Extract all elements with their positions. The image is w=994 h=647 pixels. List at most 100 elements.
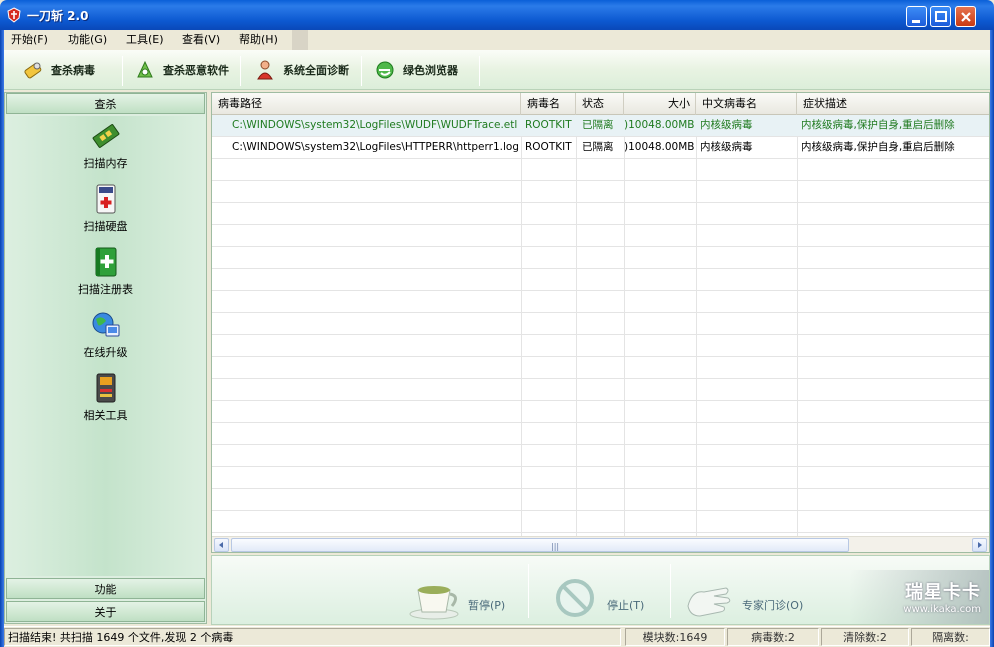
empty-table-row	[212, 181, 989, 203]
tools-icon	[96, 373, 115, 403]
scan-virus-button[interactable]: 查杀病毒	[22, 55, 95, 85]
horizontal-scrollbar[interactable]: |||	[212, 536, 989, 552]
title-bar: 一刀斩 2.0	[0, 0, 994, 30]
scan-section-body: 扫描内存 扫描硬盘 扫描注册表 在线升级 相关工具	[6, 116, 205, 576]
table-row[interactable]: C:\WINDOWS\system32\LogFiles\WUDF\WUDFTr…	[212, 115, 989, 137]
col-size-header[interactable]: 大小	[624, 93, 696, 115]
watermark: 瑞星卡卡 www.ikaka.com	[849, 570, 989, 624]
menu-function[interactable]: 功能(G)	[68, 32, 107, 48]
col-path-header[interactable]: 病毒路径	[212, 93, 521, 115]
cell-status: 已隔离	[582, 119, 614, 131]
nav-scan-memory-label: 扫描内存	[83, 157, 128, 170]
system-diagnose-button[interactable]: 系统全面诊断	[254, 55, 349, 85]
empty-table-row	[212, 335, 989, 357]
malware-scan-icon	[137, 60, 153, 78]
empty-table-row	[212, 313, 989, 335]
cell-cn-name: 内核级病毒	[700, 119, 753, 131]
empty-table-row	[212, 467, 989, 489]
stop-button[interactable]: 停止(T)	[547, 560, 644, 622]
status-message: 扫描结束! 共扫描 1649 个文件,发现 2 个病毒	[4, 628, 621, 646]
nav-scan-registry-label: 扫描注册表	[78, 283, 133, 296]
antivirus-scan-icon	[24, 62, 42, 79]
app-logo-icon	[7, 7, 21, 23]
toolbar-separator	[479, 56, 480, 86]
status-bar: 扫描结束! 共扫描 1649 个文件,发现 2 个病毒 模块数:1649 病毒数…	[4, 626, 990, 646]
close-button[interactable]	[955, 6, 976, 27]
scan-malware-button[interactable]: 查杀恶意软件	[134, 55, 229, 85]
grip-icon: |||	[551, 542, 560, 551]
toolbar-separator	[361, 56, 362, 86]
minimize-button[interactable]	[906, 6, 927, 27]
pause-button[interactable]: 暂停(P)	[408, 560, 505, 622]
cell-desc: 内核级病毒,保护自身,重启后删除	[801, 119, 955, 131]
section-header-scan[interactable]: 查杀	[6, 93, 205, 114]
menu-help[interactable]: 帮助(H)	[239, 32, 278, 48]
nav-online-update-label: 在线升级	[83, 346, 128, 359]
scroll-left-button[interactable]	[214, 538, 229, 552]
green-browser-button[interactable]: 绿色浏览器	[374, 55, 458, 85]
globe-update-icon	[92, 312, 119, 337]
menu-bar-end	[292, 30, 308, 50]
col-status-header[interactable]: 状态	[576, 93, 624, 115]
menu-start[interactable]: 开始(F)	[11, 32, 48, 48]
section-header-function[interactable]: 功能	[6, 578, 205, 599]
cell-virus-name: ROOTKIT	[525, 119, 572, 131]
status-virus-count: 病毒数:2	[727, 628, 819, 646]
stop-label: 停止(T)	[607, 599, 645, 612]
menu-bar: 开始(F) 功能(G) 工具(E) 查看(V) 帮助(H)	[4, 30, 990, 50]
nav-scan-disk-label: 扫描硬盘	[83, 220, 128, 233]
empty-table-row	[212, 401, 989, 423]
nav-scan-disk[interactable]: 扫描硬盘	[6, 183, 205, 243]
coffee-cup-icon	[409, 586, 459, 620]
status-cleared-count: 清除数:2	[821, 628, 909, 646]
status-quarantined-count: 隔离数:	[911, 628, 990, 646]
empty-table-row	[212, 511, 989, 533]
action-separator	[670, 564, 671, 618]
nav-scan-memory[interactable]: 扫描内存	[6, 120, 205, 180]
status-modules: 模块数:1649	[625, 628, 725, 646]
memory-chip-icon	[92, 124, 119, 148]
empty-table-row	[212, 291, 989, 313]
toolbar-separator	[240, 56, 241, 86]
stop-sign-icon	[556, 579, 594, 617]
arrow-right-icon	[978, 542, 982, 548]
scan-virus-label: 查杀病毒	[51, 64, 95, 77]
menu-view[interactable]: 查看(V)	[182, 32, 220, 48]
col-cn-name-header[interactable]: 中文病毒名	[696, 93, 797, 115]
nav-online-update[interactable]: 在线升级	[6, 309, 205, 369]
section-header-about[interactable]: 关于	[6, 601, 205, 622]
col-desc-header[interactable]: 症状描述	[797, 93, 989, 115]
action-separator	[528, 564, 529, 618]
green-browser-label: 绿色浏览器	[403, 64, 458, 77]
cell-virus-name: ROOTKIT	[525, 141, 572, 153]
empty-table-row	[212, 269, 989, 291]
system-diagnose-icon	[257, 60, 273, 80]
empty-table-row	[212, 445, 989, 467]
expert-clinic-button[interactable]: 专家门诊(O)	[682, 560, 803, 622]
nav-scan-registry[interactable]: 扫描注册表	[6, 246, 205, 306]
empty-table-row	[212, 225, 989, 247]
arrow-left-icon	[219, 542, 223, 548]
maximize-icon	[935, 11, 947, 22]
disk-icon	[96, 184, 115, 214]
window-title: 一刀斩 2.0	[27, 9, 89, 23]
nav-related-tools-label: 相关工具	[83, 409, 128, 422]
scroll-right-button[interactable]	[972, 538, 987, 552]
table-row[interactable]: C:\WINDOWS\system32\LogFiles\HTTPERR\htt…	[212, 137, 989, 159]
col-name-header[interactable]: 病毒名	[521, 93, 576, 115]
window-frame-right	[990, 30, 994, 647]
action-bar: 暂停(P) 停止(T) 专家门诊(O) 瑞星卡卡 www.ikaka.com	[211, 555, 990, 625]
minimize-icon	[912, 20, 920, 23]
maximize-button[interactable]	[930, 6, 951, 27]
cell-size: )10048.00MB	[624, 141, 695, 153]
empty-table-row	[212, 357, 989, 379]
toolbar: 查杀病毒 查杀恶意软件 系统全面诊断 绿色浏览器	[4, 50, 990, 90]
scroll-thumb[interactable]: |||	[231, 538, 849, 552]
cell-desc: 内核级病毒,保护自身,重启后删除	[801, 141, 955, 153]
cell-path: C:\WINDOWS\system32\LogFiles\WUDF\WUDFTr…	[232, 119, 518, 131]
nav-related-tools[interactable]: 相关工具	[6, 372, 205, 432]
green-browser-icon	[376, 61, 394, 79]
menu-tools[interactable]: 工具(E)	[126, 32, 164, 48]
cell-status: 已隔离	[582, 141, 614, 153]
close-icon	[961, 12, 971, 22]
